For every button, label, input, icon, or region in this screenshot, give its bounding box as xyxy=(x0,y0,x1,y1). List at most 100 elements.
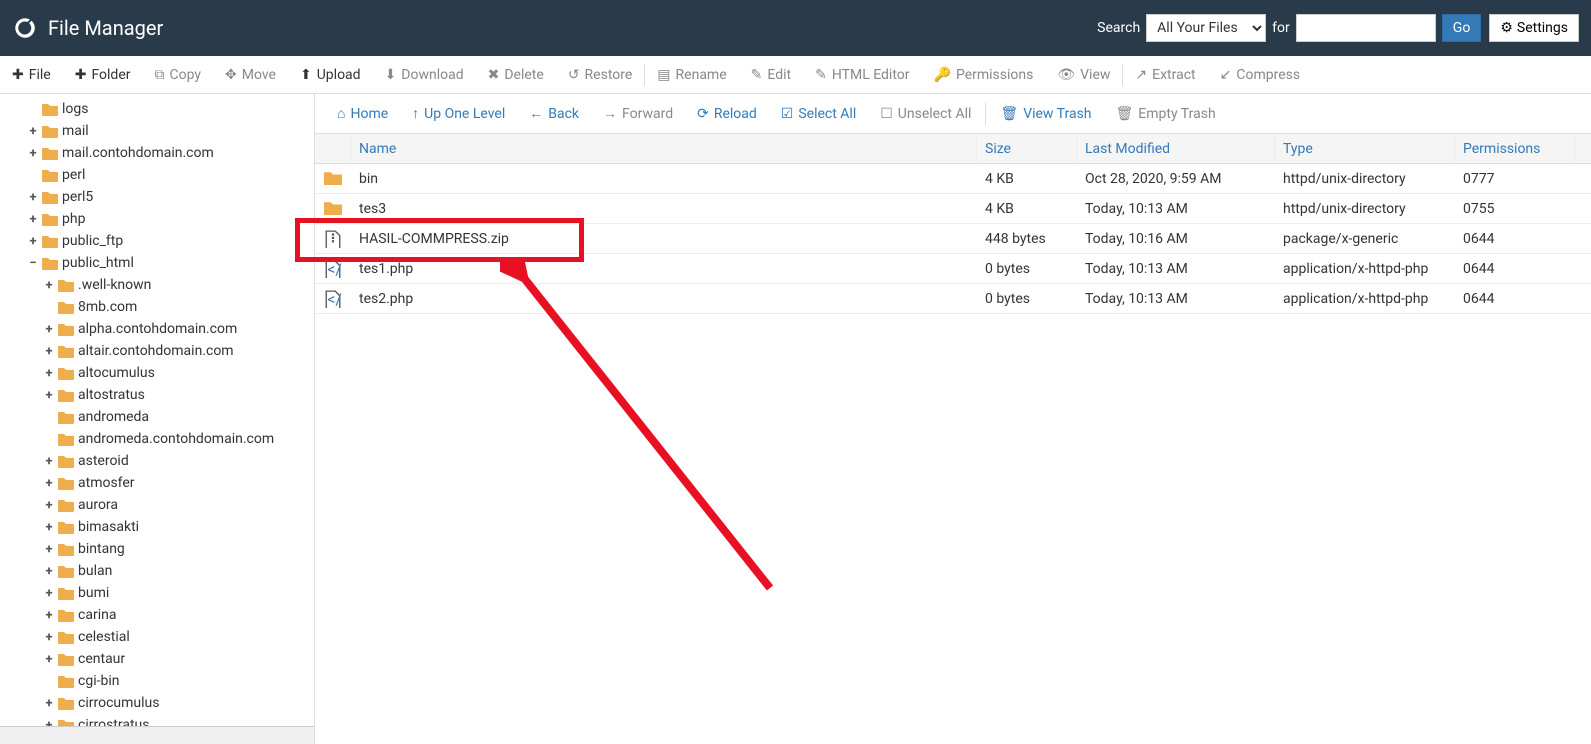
tree-expander-icon[interactable]: + xyxy=(42,366,56,381)
settings-button[interactable]: ⚙ Settings xyxy=(1489,14,1579,42)
sidebar-folder-8mb-com[interactable]: 8mb.com xyxy=(8,296,314,318)
sidebar-folder-logs[interactable]: logs xyxy=(8,98,314,120)
up-one-level-button[interactable]: ↑Up One Level xyxy=(400,94,517,133)
tree-expander-icon[interactable]: + xyxy=(42,454,56,469)
sidebar-folder-perl5[interactable]: +perl5 xyxy=(8,186,314,208)
search-scope-select[interactable]: All Your Files xyxy=(1146,14,1266,42)
home-button[interactable]: ⌂Home xyxy=(325,94,400,133)
tree-label: asteroid xyxy=(76,453,129,469)
sidebar-folder-public-html[interactable]: −public_html xyxy=(8,252,314,274)
sidebar-folder-aurora[interactable]: +aurora xyxy=(8,494,314,516)
tree-expander-icon[interactable]: + xyxy=(42,344,56,359)
select-all-button[interactable]: ☑Select All xyxy=(769,94,868,133)
tree-expander-icon[interactable]: + xyxy=(42,476,56,491)
sidebar-folder-andromeda-contohdomain-com[interactable]: andromeda.contohdomain.com xyxy=(8,428,314,450)
sidebar-folder-mail-contohdomain-com[interactable]: +mail.contohdomain.com xyxy=(8,142,314,164)
table-row[interactable]: HASIL-COMMPRESS.zip448 bytesToday, 10:16… xyxy=(315,224,1591,254)
sidebar-folder-bumi[interactable]: +bumi xyxy=(8,582,314,604)
horizontal-scrollbar[interactable] xyxy=(0,726,314,744)
sidebar-folder-altocumulus[interactable]: +altocumulus xyxy=(8,362,314,384)
tree-expander-icon[interactable]: + xyxy=(42,696,56,711)
tree-expander-icon[interactable]: + xyxy=(26,146,40,161)
column-permissions[interactable]: Permissions xyxy=(1455,134,1575,163)
column-modified[interactable]: Last Modified xyxy=(1077,134,1275,163)
reload-button[interactable]: ⟳Reload xyxy=(685,94,769,133)
folder-icon xyxy=(58,564,74,578)
tree-expander-icon[interactable] xyxy=(26,102,40,117)
folder-icon xyxy=(58,520,74,534)
sidebar-folder-alpha-contohdomain-com[interactable]: +alpha.contohdomain.com xyxy=(8,318,314,340)
tree-expander-icon[interactable] xyxy=(42,300,56,315)
sidebar-folder-cirrocumulus[interactable]: +cirrocumulus xyxy=(8,692,314,714)
sidebar-folder-andromeda[interactable]: andromeda xyxy=(8,406,314,428)
tree-expander-icon[interactable]: + xyxy=(42,608,56,623)
file-button[interactable]: ✚File xyxy=(0,56,63,93)
sidebar-folder-altair-contohdomain-com[interactable]: +altair.contohdomain.com xyxy=(8,340,314,362)
extract-button[interactable]: ↗Extract xyxy=(1123,56,1207,93)
sidebar-folder-bimasakti[interactable]: +bimasakti xyxy=(8,516,314,538)
tree-expander-icon[interactable]: + xyxy=(26,124,40,139)
tree-expander-icon[interactable] xyxy=(42,432,56,447)
restore-button[interactable]: ↺Restore xyxy=(556,56,644,93)
folder-button[interactable]: ✚Folder xyxy=(63,56,143,93)
tree-expander-icon[interactable]: + xyxy=(42,630,56,645)
view-trash-button[interactable]: 🗑View Trash xyxy=(988,94,1103,133)
back-button[interactable]: ←Back xyxy=(517,94,591,133)
table-row[interactable]: </>tes1.php0 bytesToday, 10:13 AMapplica… xyxy=(315,254,1591,284)
folder-tree-sidebar[interactable]: logs+mail+mail.contohdomain.com perl+per… xyxy=(0,94,315,744)
view-button[interactable]: 👁View xyxy=(1045,56,1122,93)
tree-expander-icon[interactable]: + xyxy=(42,564,56,579)
tree-expander-icon[interactable]: + xyxy=(42,652,56,667)
tree-expander-icon[interactable]: + xyxy=(26,212,40,227)
sidebar-folder-public-ftp[interactable]: +public_ftp xyxy=(8,230,314,252)
tree-expander-icon[interactable]: + xyxy=(42,278,56,293)
unselect-all-button[interactable]: ☐Unselect All xyxy=(868,94,983,133)
tree-expander-icon[interactable] xyxy=(42,410,56,425)
search-input[interactable] xyxy=(1296,14,1436,42)
sidebar-folder-altostratus[interactable]: +altostratus xyxy=(8,384,314,406)
empty-trash-button[interactable]: 🗑Empty Trash xyxy=(1104,94,1228,133)
forward-button[interactable]: →Forward xyxy=(591,94,685,133)
sidebar-folder-asteroid[interactable]: + asteroid xyxy=(8,450,314,472)
tree-expander-icon[interactable]: + xyxy=(26,234,40,249)
tree-expander-icon[interactable]: + xyxy=(42,520,56,535)
tree-expander-icon[interactable] xyxy=(42,674,56,689)
sidebar-folder-bintang[interactable]: +bintang xyxy=(8,538,314,560)
rename-button[interactable]: ▤Rename xyxy=(645,56,738,93)
column-size[interactable]: Size xyxy=(977,134,1077,163)
sidebar-folder-mail[interactable]: +mail xyxy=(8,120,314,142)
sidebar-folder-carina[interactable]: +carina xyxy=(8,604,314,626)
sidebar-folder-php[interactable]: +php xyxy=(8,208,314,230)
move-button[interactable]: ✥Move xyxy=(213,56,288,93)
sidebar-folder-atmosfer[interactable]: +atmosfer xyxy=(8,472,314,494)
compress-button[interactable]: ↙Compress xyxy=(1208,56,1312,93)
table-row[interactable]: bin4 KBOct 28, 2020, 9:59 AMhttpd/unix-d… xyxy=(315,164,1591,194)
sidebar-folder-cgi-bin[interactable]: cgi-bin xyxy=(8,670,314,692)
copy-button[interactable]: ⧉Copy xyxy=(143,56,214,93)
tree-expander-icon[interactable] xyxy=(26,168,40,183)
permissions-button[interactable]: 🔑Permissions xyxy=(922,56,1046,93)
html-editor-button[interactable]: ✎HTML Editor xyxy=(803,56,921,93)
column-name[interactable]: Name xyxy=(351,134,977,163)
column-type[interactable]: Type xyxy=(1275,134,1455,163)
table-row[interactable]: tes34 KBToday, 10:13 AMhttpd/unix-direct… xyxy=(315,194,1591,224)
tree-expander-icon[interactable]: + xyxy=(42,388,56,403)
tree-expander-icon[interactable]: + xyxy=(42,498,56,513)
download-button[interactable]: ⬇Download xyxy=(373,56,476,93)
sidebar-folder--well-known[interactable]: +.well-known xyxy=(8,274,314,296)
tree-expander-icon[interactable]: − xyxy=(26,256,40,271)
tree-expander-icon[interactable]: + xyxy=(26,190,40,205)
sidebar-folder-celestial[interactable]: +celestial xyxy=(8,626,314,648)
upload-button[interactable]: ⬆Upload xyxy=(288,56,373,93)
delete-button[interactable]: ✖Delete xyxy=(476,56,556,93)
tree-expander-icon[interactable]: + xyxy=(42,586,56,601)
table-row[interactable]: </>tes2.php0 bytesToday, 10:13 AMapplica… xyxy=(315,284,1591,314)
go-button[interactable]: Go xyxy=(1442,14,1482,42)
folder-icon xyxy=(324,200,342,218)
edit-button[interactable]: ✎Edit xyxy=(739,56,803,93)
tree-expander-icon[interactable]: + xyxy=(42,322,56,337)
tree-expander-icon[interactable]: + xyxy=(42,542,56,557)
sidebar-folder-centaur[interactable]: +centaur xyxy=(8,648,314,670)
sidebar-folder-bulan[interactable]: +bulan xyxy=(8,560,314,582)
sidebar-folder-perl[interactable]: perl xyxy=(8,164,314,186)
